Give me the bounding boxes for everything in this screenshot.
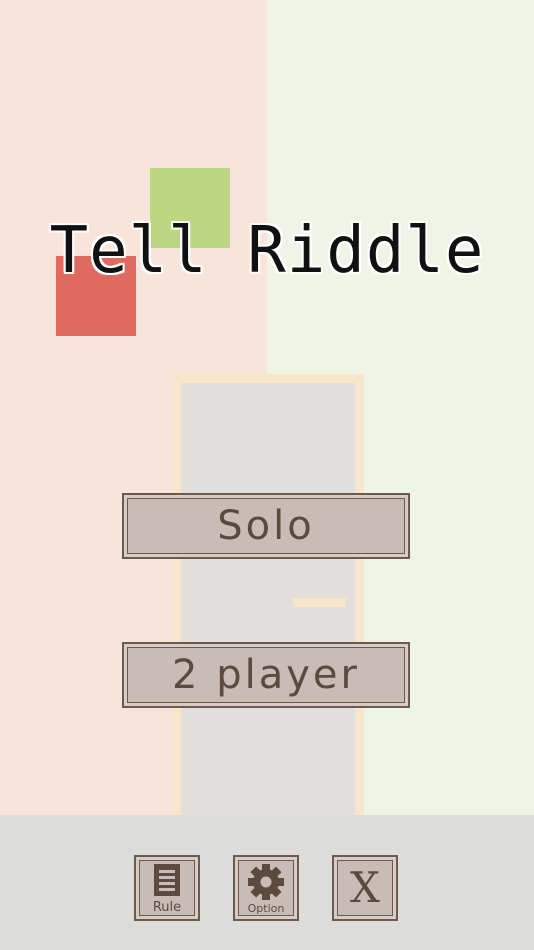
two-player-button[interactable]: 2 player xyxy=(122,642,410,708)
rule-button-label: Rule xyxy=(152,900,182,915)
two-player-button-label: 2 player xyxy=(172,652,360,698)
document-icon xyxy=(136,863,198,897)
gear-icon xyxy=(235,863,297,901)
solo-button[interactable]: Solo xyxy=(122,493,410,559)
option-button-label: Option xyxy=(247,902,285,915)
solo-button-label: Solo xyxy=(217,503,315,549)
close-button[interactable]: X xyxy=(332,855,398,921)
rule-button[interactable]: Rule xyxy=(134,855,200,921)
door-handle xyxy=(293,598,346,607)
game-title: Tell Riddle xyxy=(49,214,485,288)
close-icon: X xyxy=(350,863,380,912)
option-button[interactable]: Option xyxy=(233,855,299,921)
